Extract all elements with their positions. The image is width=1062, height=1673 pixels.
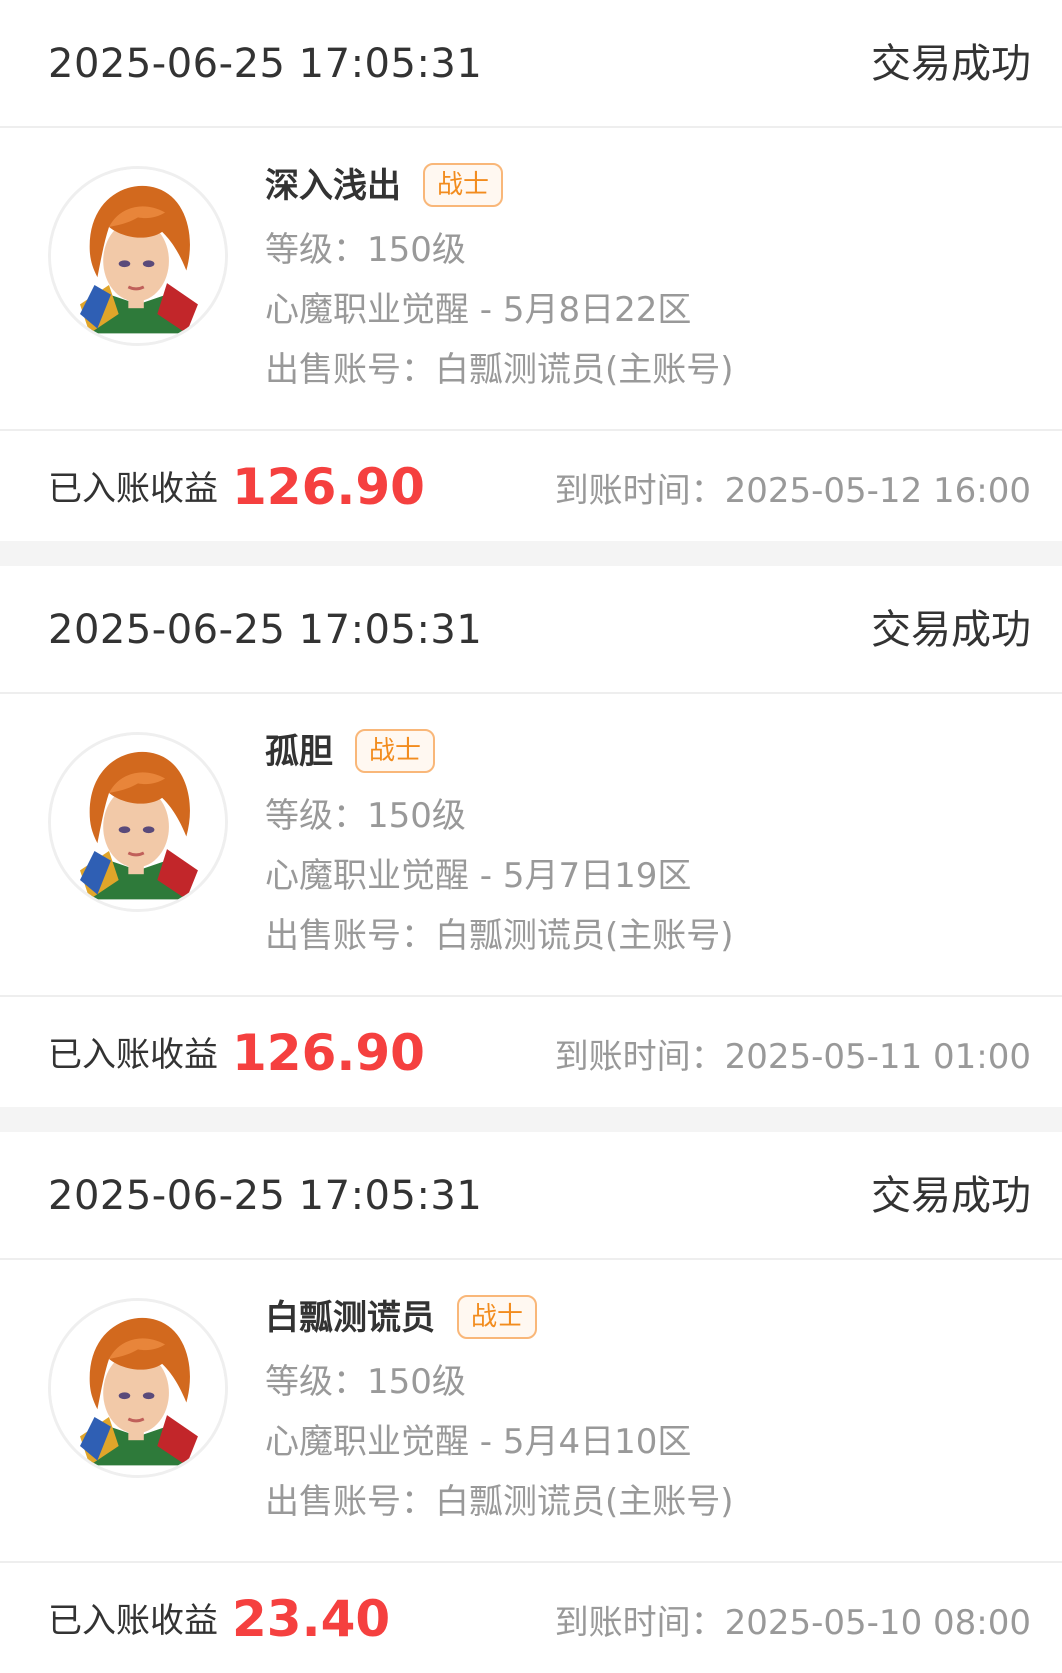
warrior-portrait-icon: [51, 735, 225, 909]
avatar: [48, 166, 228, 346]
income-amount: 23.40: [232, 1590, 391, 1648]
order-card[interactable]: 2025-06-25 17:05:31 交易成功 白瓢测谎员 战士 等级：150…: [0, 1132, 1062, 1663]
order-header: 2025-06-25 17:05:31 交易成功: [0, 566, 1062, 694]
character-name-text: 白瓢测谎员: [265, 1298, 435, 1338]
character-server: 心魔职业觉醒 - 5月8日22区: [265, 290, 692, 330]
character-name: 白瓢测谎员 战士: [265, 1294, 538, 1342]
card-divider: [0, 541, 1062, 566]
character-name: 孤胆 战士: [265, 728, 436, 776]
character-level: 等级：150级: [265, 1362, 466, 1402]
order-status: 交易成功: [871, 1173, 1031, 1219]
order-footer: 已入账收益 23.40 到账时间：2025-05-10 08:00: [0, 1563, 1062, 1673]
income-label: 已入账收益: [48, 1035, 218, 1075]
character-name: 深入浅出 战士: [265, 162, 504, 210]
order-footer: 已入账收益 126.90 到账时间：2025-05-11 01:00: [0, 997, 1062, 1107]
order-status: 交易成功: [871, 41, 1031, 87]
order-card[interactable]: 2025-06-25 17:05:31 交易成功 孤胆 战士 等级：150级 心…: [0, 566, 1062, 1107]
arrival-time: 到账时间：2025-05-12 16:00: [554, 471, 1031, 511]
avatar: [48, 1298, 228, 1478]
order-time: 2025-06-25 17:05:31: [48, 607, 483, 653]
order-time: 2025-06-25 17:05:31: [48, 41, 483, 87]
order-body[interactable]: 深入浅出 战士 等级：150级 心魔职业觉醒 - 5月8日22区 出售账号：白瓢测…: [0, 128, 1062, 431]
order-body[interactable]: 孤胆 战士 等级：150级 心魔职业觉醒 - 5月7日19区 出售账号：白瓢测谎员…: [0, 694, 1062, 997]
order-header: 2025-06-25 17:05:31 交易成功: [0, 1132, 1062, 1260]
class-tag: 战士: [423, 162, 504, 207]
character-level: 等级：150级: [265, 230, 466, 270]
order-header: 2025-06-25 17:05:31 交易成功: [0, 0, 1062, 128]
sell-account: 出售账号：白瓢测谎员(主账号): [265, 1482, 734, 1522]
character-name-text: 深入浅出: [265, 166, 401, 206]
income-amount: 126.90: [232, 1024, 425, 1082]
order-status: 交易成功: [871, 607, 1031, 653]
arrival-time: 到账时间：2025-05-11 01:00: [554, 1037, 1031, 1077]
order-time: 2025-06-25 17:05:31: [48, 1173, 483, 1219]
order-card[interactable]: 2025-06-25 17:05:31 交易成功 深入浅出 战士 等级：150级…: [0, 0, 1062, 541]
warrior-portrait-icon: [51, 1301, 225, 1475]
income-amount: 126.90: [232, 458, 425, 516]
arrival-time: 到账时间：2025-05-10 08:00: [554, 1603, 1031, 1643]
character-name-text: 孤胆: [265, 732, 333, 772]
avatar: [48, 732, 228, 912]
character-server: 心魔职业觉醒 - 5月7日19区: [265, 856, 692, 896]
order-body[interactable]: 白瓢测谎员 战士 等级：150级 心魔职业觉醒 - 5月4日10区 出售账号：白瓢…: [0, 1260, 1062, 1563]
sell-account: 出售账号：白瓢测谎员(主账号): [265, 916, 734, 956]
character-level: 等级：150级: [265, 796, 466, 836]
class-tag: 战士: [355, 728, 436, 773]
income-label: 已入账收益: [48, 1601, 218, 1641]
card-divider: [0, 1107, 1062, 1132]
income-label: 已入账收益: [48, 469, 218, 509]
character-server: 心魔职业觉醒 - 5月4日10区: [265, 1422, 692, 1462]
order-footer: 已入账收益 126.90 到账时间：2025-05-12 16:00: [0, 431, 1062, 541]
warrior-portrait-icon: [51, 169, 225, 343]
class-tag: 战士: [457, 1294, 538, 1339]
sell-account: 出售账号：白瓢测谎员(主账号): [265, 350, 734, 390]
